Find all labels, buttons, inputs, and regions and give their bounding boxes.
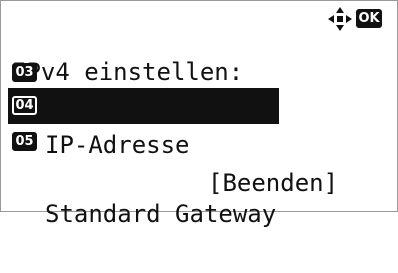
menu-item-label: Standard Gateway	[45, 200, 277, 228]
footer-row: [Beenden]	[1, 165, 397, 201]
menu-item-number-badge: 05	[12, 132, 37, 151]
menu-item-standard-gateway[interactable]: 05 Standard Gateway	[1, 124, 397, 228]
device-display-panel: IPv4 einstellen: OK 03 IP-Adresse 04 Sub…	[0, 0, 398, 228]
four-way-arrows-icon	[328, 7, 352, 31]
menu-item-ip-address[interactable]: 03 IP-Adresse	[1, 55, 397, 159]
menu-item-subnet-mask[interactable]: 04 Subnetzmaske	[8, 88, 279, 192]
ok-key-badge: OK	[356, 9, 382, 28]
menu-item-number-badge: 04	[12, 96, 37, 115]
end-button[interactable]: [Beenden]	[208, 165, 338, 201]
menu-item-number-badge: 03	[12, 63, 37, 82]
navigation-hint: OK	[327, 6, 387, 32]
